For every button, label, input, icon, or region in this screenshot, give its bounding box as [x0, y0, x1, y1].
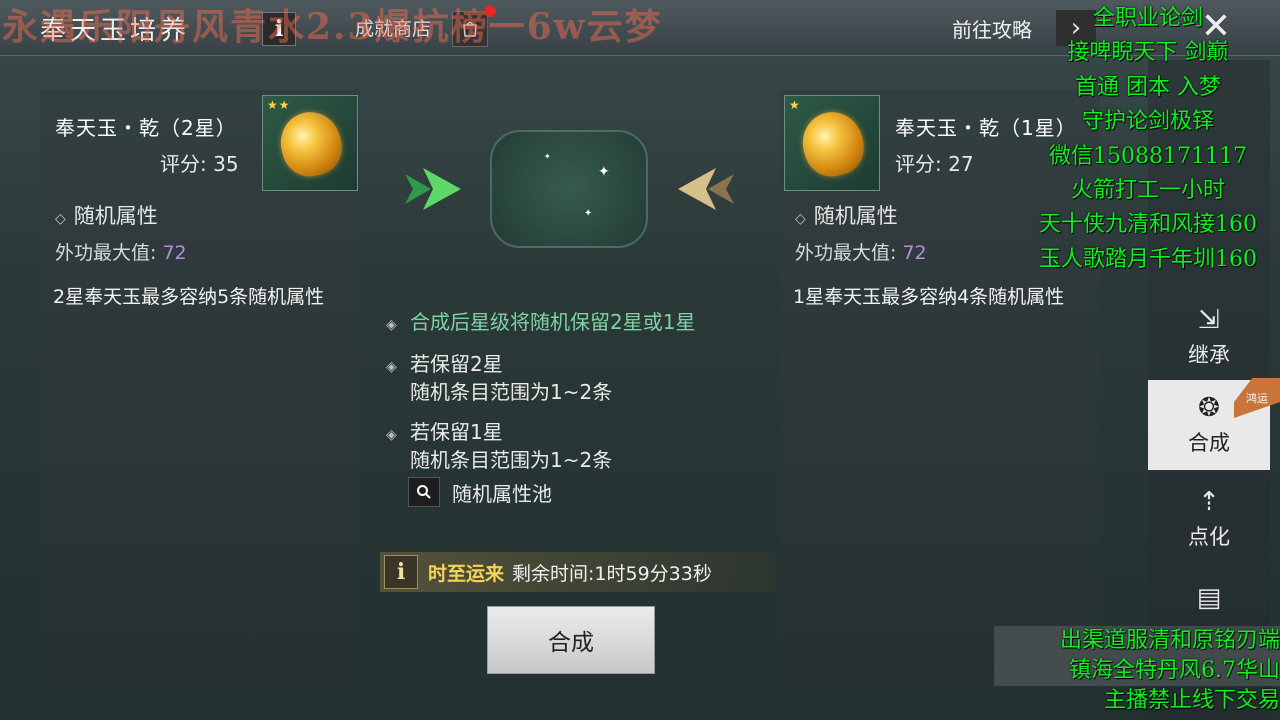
- info-button[interactable]: i: [262, 12, 296, 46]
- overlay-line: 守护论剑极铎: [1081, 109, 1214, 135]
- diamond-icon: ◈: [386, 359, 397, 375]
- gem-icon: [273, 105, 349, 183]
- arrow-left-icon: [678, 168, 734, 210]
- notification-dot: [484, 5, 496, 17]
- remaining-time-value: 1时59分33秒: [594, 562, 712, 585]
- pool-link-label[interactable]: 随机属性池: [452, 478, 552, 507]
- event-title: 时至运来: [428, 562, 505, 585]
- rule-keep-1-star: ◈ 若保留1星: [386, 418, 503, 449]
- random-attr-pool-link[interactable]: 随机属性池: [408, 477, 552, 507]
- overlay-line: 主播禁止线下交易: [1103, 688, 1280, 713]
- star-rating: ★: [789, 98, 801, 112]
- right-item-score: 评分: 27: [895, 148, 974, 177]
- stream-overlay-right: 全职业论剑 接啤睨天下 剑巅 首通 团本 入梦 守护论剑极铎 微信1508817…: [1016, 2, 1280, 277]
- score-label: 评分:: [895, 152, 942, 176]
- right-random-attr-title: ◇ 随机属性: [795, 204, 898, 228]
- left-attr-line: 外功最大值: 72: [55, 238, 187, 265]
- sparkle-icon: ✦: [544, 152, 551, 161]
- right-attr-line: 外功最大值: 72: [795, 238, 927, 265]
- diamond-icon: ◇: [795, 211, 806, 227]
- scroll-icon: ▤: [1196, 583, 1222, 613]
- remaining-time-label: 剩余时间:: [512, 562, 595, 585]
- sparkle-icon: ✦: [598, 164, 610, 180]
- gem-icon: [795, 105, 871, 183]
- inherit-icon: ⇲: [1198, 305, 1220, 335]
- achievement-shop-button[interactable]: 成就商店: [355, 14, 431, 41]
- sidebar-item-enlighten[interactable]: ⇡ 点化: [1148, 474, 1270, 564]
- overlay-line: 天十侠九清和风接160: [1039, 212, 1257, 238]
- left-item-name: 奉天玉・乾（2星）: [55, 116, 237, 140]
- overlay-line: 全职业论剑: [1092, 6, 1203, 31]
- overlay-line: 微信15088171117: [1049, 143, 1247, 169]
- sidebar-item-label: 合成: [1188, 431, 1230, 455]
- attr-label: 外功最大值:: [55, 242, 157, 264]
- result-slot[interactable]: ✦ ✦ ✦: [490, 130, 648, 248]
- rule-star-retention: ◈ 合成后星级将随机保留2星或1星: [386, 308, 695, 339]
- rule-keep-2-star: ◈ 若保留2星: [386, 350, 503, 381]
- score-value: 35: [213, 152, 239, 176]
- overlay-line: 玉人歌踏月千年圳160: [1039, 246, 1257, 272]
- enlighten-icon: ⇡: [1198, 487, 1220, 517]
- sidebar-item-label: 点化: [1188, 525, 1230, 549]
- sidebar-item-scroll[interactable]: ▤: [1148, 570, 1270, 630]
- diamond-icon: ◇: [55, 211, 66, 227]
- score-label: 评分:: [160, 152, 207, 176]
- overlay-line: 首通 团本 入梦: [1075, 74, 1221, 100]
- rule-keep-1-star-detail: 随机条目范围为1~2条: [410, 448, 613, 472]
- sparkle-icon: ✦: [584, 208, 593, 219]
- right-gem-slot[interactable]: ★: [784, 95, 880, 191]
- shop-icon[interactable]: [452, 11, 488, 47]
- attr-label: 外功最大值:: [795, 242, 897, 264]
- left-random-attr-title: ◇ 随机属性: [55, 204, 158, 228]
- star-rating: ★★: [267, 98, 291, 112]
- arrow-right-icon: [405, 168, 461, 210]
- diamond-icon: ◈: [386, 427, 397, 443]
- event-timer-bar: i 时至运来 剩余时间: 1时59分33秒: [380, 552, 776, 592]
- combine-button[interactable]: 合成: [487, 606, 655, 674]
- overlay-line: 镇海全特丹风6.7华山: [994, 656, 1280, 686]
- overlay-line: 接啤睨天下 剑巅: [1067, 40, 1229, 66]
- attr-value: 72: [162, 242, 187, 264]
- overlay-line: 火箭打工一小时: [1070, 178, 1225, 204]
- rule-keep-2-star-detail: 随机条目范围为1~2条: [410, 380, 613, 404]
- right-item-description: 1星奉天玉最多容纳4条随机属性: [793, 286, 1065, 308]
- left-gem-slot[interactable]: ★★: [262, 95, 358, 191]
- info-icon[interactable]: i: [384, 555, 418, 589]
- search-icon[interactable]: [408, 477, 440, 507]
- sidebar-item-label: 继承: [1188, 343, 1230, 367]
- page-title: 奉天玉培养: [40, 16, 191, 46]
- combine-icon: ❂: [1198, 393, 1220, 423]
- stream-overlay-bottom: 出渠道服清和原铭刃端 镇海全特丹风6.7华山 主播禁止线下交易: [994, 626, 1280, 716]
- diamond-icon: ◈: [386, 317, 397, 333]
- left-item-score: 评分: 35: [160, 148, 239, 177]
- score-value: 27: [948, 152, 974, 176]
- attr-value: 72: [902, 242, 927, 264]
- left-item-description: 2星奉天玉最多容纳5条随机属性: [53, 286, 325, 308]
- overlay-line: 出渠道服清和原铭刃端: [994, 626, 1280, 656]
- sidebar-item-inherit[interactable]: ⇲ 继承: [1148, 292, 1270, 382]
